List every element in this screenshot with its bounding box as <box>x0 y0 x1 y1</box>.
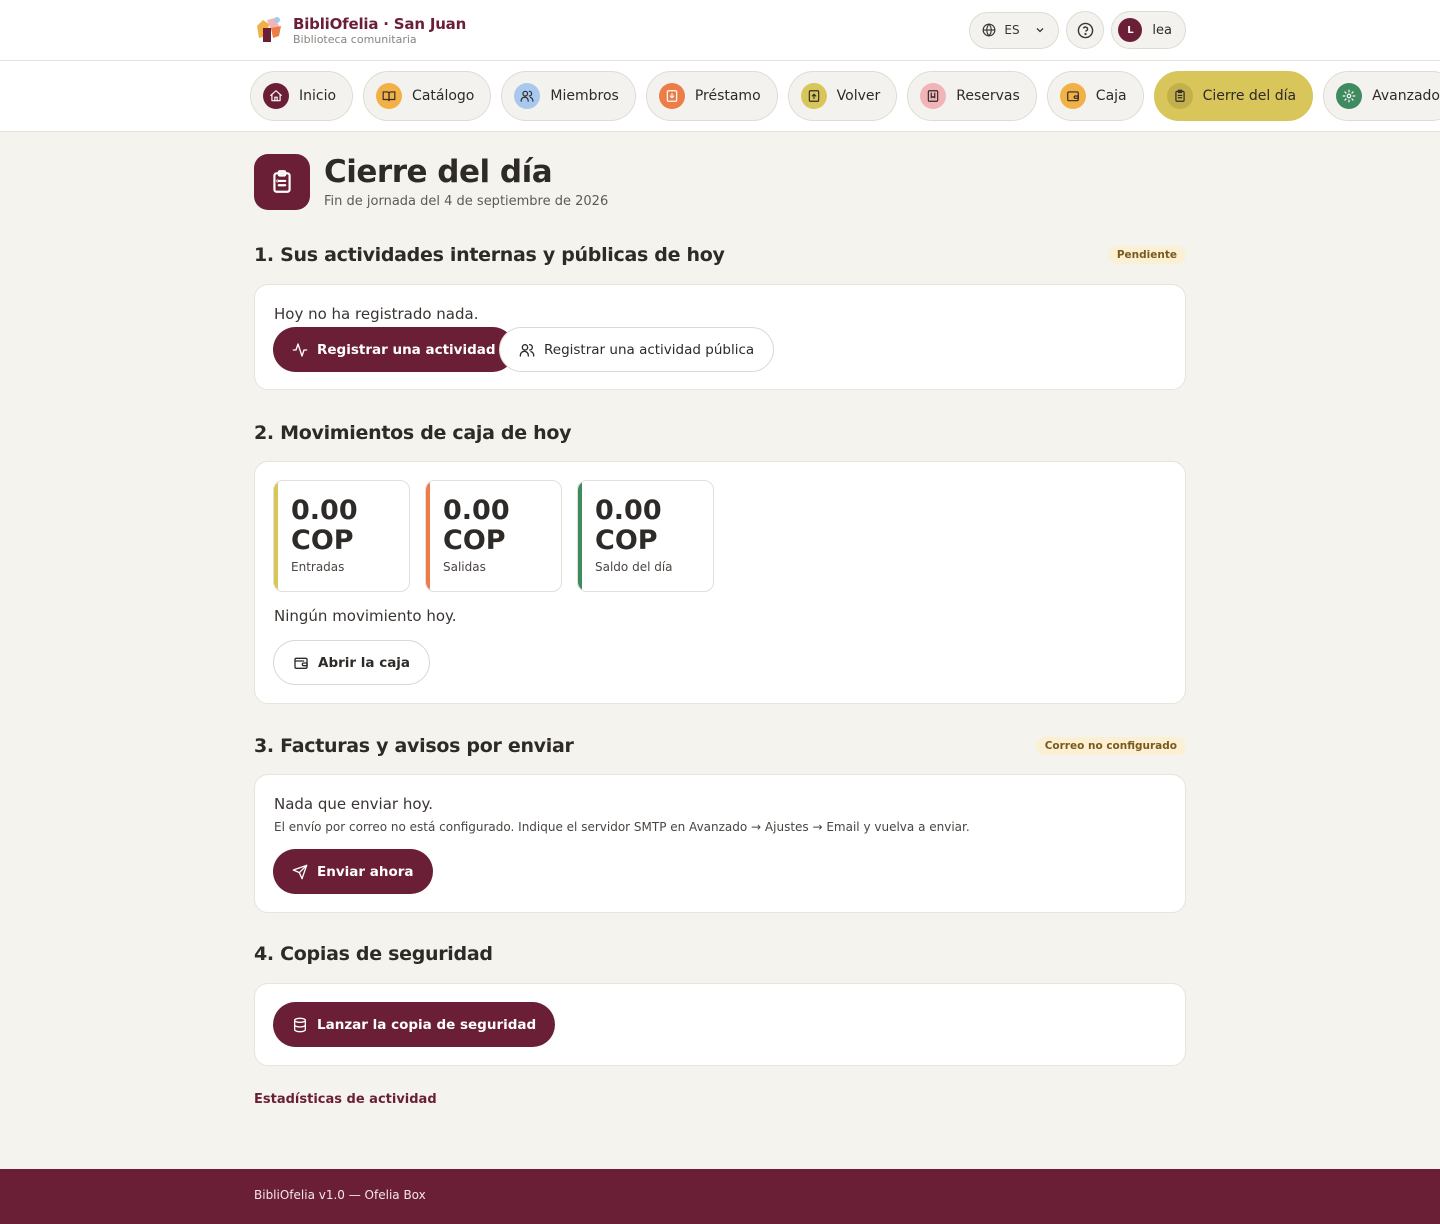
user-name: lea <box>1152 22 1172 38</box>
nav-item-inicio[interactable]: Inicio <box>250 71 354 121</box>
stat-value: 0.00 COP <box>443 495 510 556</box>
activities-empty-text: Hoy no ha registrado nada. <box>274 305 479 323</box>
stat-label: Saldo del día <box>595 560 673 574</box>
footer-text: BibliOfelia v1.0 — Ofelia Box <box>254 1188 426 1202</box>
backups-card: Lanzar la copia de seguridad <box>254 983 1186 1066</box>
page-subtitle: Fin de jornada del 4 de septiembre de 20… <box>324 194 609 209</box>
language-select[interactable]: ES <box>969 11 1060 49</box>
nav-item-label: Préstamo <box>694 88 761 104</box>
email-status-badge: Correo no configurado <box>1035 737 1186 755</box>
users-icon <box>519 342 535 358</box>
bookmark-icon <box>920 83 947 109</box>
status-badge: Pendiente <box>1107 246 1186 264</box>
smtp-note: El envío por correo no está configurado.… <box>274 820 970 834</box>
invoices-card: Nada que enviar hoy. El envío por correo… <box>254 774 1186 913</box>
stat-card: 0.00 COP Saldo del día <box>577 480 714 592</box>
open-cash-button[interactable]: Abrir la caja <box>273 640 431 685</box>
nav-item-caja[interactable]: Caja <box>1046 71 1144 121</box>
stat-value: 0.00 COP <box>595 495 662 556</box>
wallet-icon <box>293 655 309 671</box>
loan-icon <box>658 83 685 109</box>
nav-item-label: Reservas <box>956 88 1020 104</box>
launch-backup-button[interactable]: Lanzar la copia de seguridad <box>273 1002 556 1047</box>
activities-card: Hoy no ha registrado nada. Registrar una… <box>254 284 1186 390</box>
section-title-cash: 2. Movimientos de caja de hoy <box>254 422 572 444</box>
open-cash-label: Abrir la caja <box>318 654 411 671</box>
help-icon <box>1077 22 1094 39</box>
send-icon <box>292 864 308 880</box>
logo-icon <box>253 14 285 46</box>
cash-card: 0.00 COP Entradas 0.00 COP Salidas 0.00 COP S… <box>254 461 1186 704</box>
register-activity-button[interactable]: Registrar una actividad <box>273 327 515 372</box>
stat-accent-bar <box>578 481 582 591</box>
nav-item-label: Caja <box>1095 88 1127 104</box>
stat-label: Entradas <box>291 560 345 574</box>
top-header: BibliOfelia · San Juan Biblioteca comuni… <box>0 0 1440 61</box>
avatar: L <box>1118 18 1143 42</box>
nav-item-catálogo[interactable]: Catálogo <box>363 71 492 121</box>
nav-item-label: Catálogo <box>412 88 475 104</box>
section-title-invoices: 3. Facturas y avisos por enviar <box>254 735 574 757</box>
database-icon <box>292 1017 308 1033</box>
page-title: Cierre del día <box>324 154 553 190</box>
clipboard-icon <box>1166 83 1193 109</box>
register-activity-label: Registrar una actividad <box>317 341 496 358</box>
brand[interactable]: BibliOfelia · San Juan Biblioteca comuni… <box>253 14 466 46</box>
clipboard-icon <box>254 154 310 210</box>
users-icon <box>514 83 541 109</box>
chevron-down-icon <box>1034 24 1046 36</box>
nav-item-label: Volver <box>836 88 881 104</box>
send-now-label: Enviar ahora <box>317 863 414 880</box>
brand-name: BibliOfelia · San Juan <box>293 14 467 33</box>
wallet-icon <box>1059 83 1086 109</box>
register-public-activity-label: Registrar una actividad pública <box>544 341 755 358</box>
nav-item-volver[interactable]: Volver <box>787 71 898 121</box>
return-icon <box>800 83 827 109</box>
main-nav: Inicio Catálogo Miembros Préstamo Volver Rese… <box>0 61 1440 132</box>
nav-item-préstamo[interactable]: Préstamo <box>645 71 778 121</box>
section-title-backups: 4. Copias de seguridad <box>254 943 493 965</box>
nav-item-reservas[interactable]: Reservas <box>907 71 1037 121</box>
globe-icon <box>982 23 996 37</box>
activity-stats-link[interactable]: Estadísticas de actividad <box>254 1092 437 1107</box>
stat-card: 0.00 COP Salidas <box>425 480 562 592</box>
gear-icon <box>1336 83 1363 109</box>
home-icon <box>263 83 289 109</box>
stat-accent-bar <box>426 481 430 591</box>
activity-icon <box>292 342 308 358</box>
launch-backup-label: Lanzar la copia de seguridad <box>317 1016 537 1033</box>
cash-empty-text: Ningún movimiento hoy. <box>274 607 457 625</box>
nav-item-label: Avanzado <box>1372 88 1440 104</box>
nav-item-label: Inicio <box>299 88 337 104</box>
invoices-empty-text: Nada que enviar hoy. <box>274 795 434 813</box>
stat-label: Salidas <box>443 560 486 574</box>
nav-item-miembros[interactable]: Miembros <box>501 71 636 121</box>
footer: BibliOfelia v1.0 — Ofelia Box <box>0 1169 1440 1224</box>
nav-item-label: Miembros <box>550 88 619 104</box>
help-button[interactable] <box>1066 11 1105 49</box>
book-icon <box>376 83 403 109</box>
stat-accent-bar <box>274 481 278 591</box>
nav-item-cierre-del-día[interactable]: Cierre del día <box>1153 71 1314 121</box>
nav-item-label: Cierre del día <box>1202 88 1297 104</box>
user-menu-button[interactable]: L lea <box>1111 11 1186 49</box>
register-public-activity-button[interactable]: Registrar una actividad pública <box>499 327 775 372</box>
send-now-button[interactable]: Enviar ahora <box>273 849 433 894</box>
brand-subtitle: Biblioteca comunitaria <box>293 32 417 46</box>
stat-card: 0.00 COP Entradas <box>273 480 410 592</box>
stat-value: 0.00 COP <box>291 495 358 556</box>
language-value: ES <box>1004 23 1020 37</box>
section-title-activities: 1. Sus actividades internas y públicas d… <box>254 244 725 266</box>
nav-item-avanzado[interactable]: Avanzado <box>1323 71 1440 121</box>
